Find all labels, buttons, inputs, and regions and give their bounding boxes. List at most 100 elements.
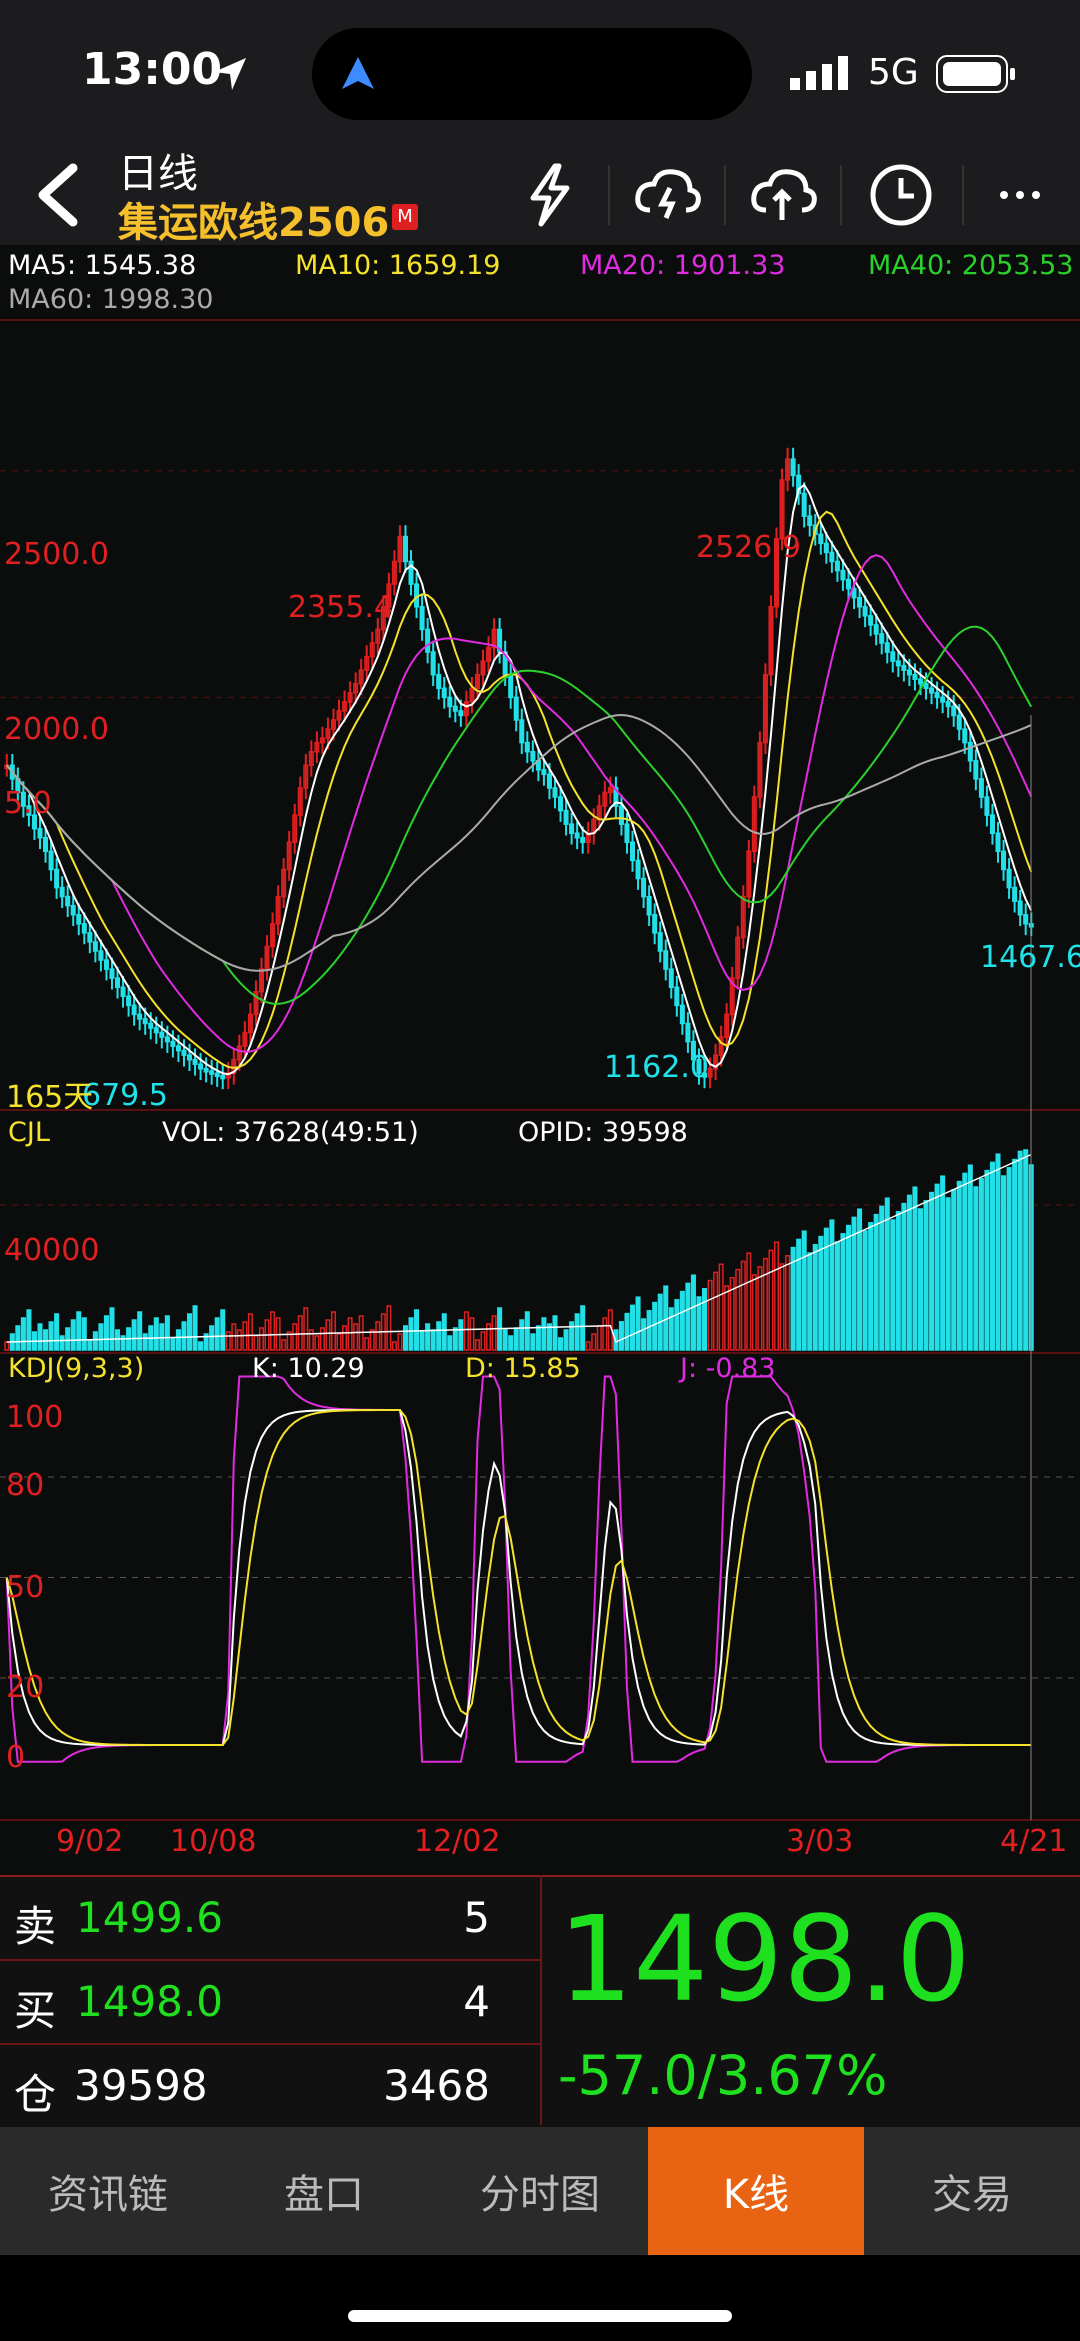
candle-body: [447, 696, 453, 708]
cloud-download-icon[interactable]: [632, 160, 702, 230]
candle-body: [668, 968, 674, 988]
volume-bar: [906, 1194, 912, 1351]
date-label: 3/03: [786, 1824, 854, 1859]
candle-body: [978, 778, 984, 798]
navigation-arrow-icon: [342, 57, 374, 89]
ask-price: 1499.6: [76, 1893, 223, 1942]
volume-bar: [391, 1341, 397, 1351]
candle-body: [558, 796, 564, 812]
candle-body: [984, 796, 990, 816]
candle-body: [834, 560, 840, 572]
chevron-left-icon[interactable]: [28, 160, 88, 230]
tab-order-book[interactable]: 盘口: [216, 2127, 432, 2255]
volume-bar: [519, 1319, 525, 1351]
volume-bar: [818, 1235, 824, 1351]
volume-bar: [369, 1329, 375, 1351]
candle-body: [54, 868, 60, 889]
candle-body: [895, 660, 901, 667]
lightning-icon[interactable]: [515, 160, 585, 230]
volume-bar: [513, 1327, 519, 1351]
candle-body: [402, 535, 408, 563]
volume-bar: [762, 1257, 768, 1351]
chart-canvas[interactable]: [0, 214, 1080, 1875]
volume-bar: [76, 1311, 82, 1351]
kdj-level-label: 0: [6, 1740, 26, 1775]
candle-body: [524, 741, 530, 753]
bid-qty: 4: [463, 1977, 490, 2026]
volume-bar: [735, 1268, 741, 1351]
volume-bar: [558, 1337, 564, 1351]
candle-body: [519, 719, 525, 744]
volume-bar: [652, 1301, 658, 1351]
clock-icon[interactable]: [866, 160, 936, 230]
volume-bar: [630, 1304, 636, 1351]
candle-body: [917, 678, 923, 685]
volume-bar: [186, 1313, 193, 1351]
ask-label: 卖: [14, 1902, 57, 1951]
candle-body: [879, 633, 885, 644]
bottom-tab-bar: 资讯链 盘口 分时图 K线 交易: [0, 2127, 1080, 2255]
contract-symbol[interactable]: 集运欧线2506: [118, 190, 389, 248]
candle-body: [906, 669, 912, 676]
last-low-annotation: 1467.6: [980, 940, 1080, 975]
candle-body: [685, 1022, 691, 1043]
volume-bar: [375, 1321, 381, 1351]
volume-bar: [436, 1321, 442, 1351]
candle-body: [956, 714, 962, 730]
kdj-j-line: [5, 1375, 1032, 1763]
tab-intraday[interactable]: 分时图: [432, 2127, 648, 2255]
candle-body: [220, 1074, 226, 1080]
tab-kline[interactable]: K线: [648, 2127, 864, 2255]
tab-trade[interactable]: 交易: [864, 2127, 1080, 2255]
cloud-upload-icon[interactable]: [748, 160, 818, 230]
volume-bar: [912, 1186, 918, 1351]
volume-bar: [801, 1230, 807, 1351]
volume-bar: [4, 1341, 10, 1351]
date-label: 12/02: [414, 1824, 501, 1859]
volume-bar: [563, 1329, 569, 1351]
volume-bar: [131, 1319, 137, 1351]
ma60-line: [5, 714, 1032, 972]
candle-body: [635, 859, 641, 880]
date-label: 9/02: [56, 1824, 124, 1859]
bid-row[interactable]: 买 1498.0 4: [0, 1961, 540, 2045]
price-grid-label: 2000.0: [4, 712, 109, 747]
candle-body: [425, 628, 431, 653]
header-divider: [840, 165, 842, 225]
low-annotation: 679.5: [82, 1078, 168, 1113]
volume-bar: [347, 1317, 353, 1351]
volume-bar: [1006, 1167, 1012, 1351]
tab-info-chain[interactable]: 资讯链: [0, 2127, 216, 2255]
volume-bar: [98, 1323, 104, 1351]
volume-bar: [674, 1299, 680, 1351]
candle-body: [436, 673, 442, 690]
volume-bar: [740, 1260, 746, 1351]
volume-indicator-name[interactable]: CJL: [8, 1117, 50, 1148]
volume-bar: [973, 1186, 979, 1351]
kdj-indicator-name[interactable]: KDJ(9,3,3): [8, 1353, 144, 1384]
volume-bar: [535, 1325, 541, 1351]
volume-bar: [225, 1331, 231, 1351]
candle-body: [1001, 850, 1007, 871]
candle-body: [929, 687, 935, 694]
more-icon[interactable]: [986, 160, 1056, 230]
volume-bar: [663, 1285, 669, 1351]
volume-bar: [718, 1263, 724, 1351]
home-indicator[interactable]: [348, 2310, 732, 2322]
candle-body: [652, 914, 658, 934]
volume-bar: [303, 1307, 309, 1351]
volume-bar: [951, 1189, 957, 1351]
volume-bar: [109, 1307, 115, 1351]
home-bar-area: [0, 2255, 1080, 2341]
volume-bar: [840, 1233, 846, 1351]
ask-row[interactable]: 卖 1499.6 5: [0, 1877, 540, 1961]
volume-bar: [635, 1296, 641, 1351]
candle-body: [148, 1022, 154, 1029]
volume-bar: [751, 1274, 757, 1351]
candle-body: [801, 492, 807, 517]
volume-bar: [81, 1317, 87, 1351]
volume-bar: [386, 1305, 392, 1351]
volume-bar: [292, 1323, 298, 1351]
kline-chart[interactable]: [0, 214, 1080, 1875]
volume-bar: [857, 1208, 863, 1351]
